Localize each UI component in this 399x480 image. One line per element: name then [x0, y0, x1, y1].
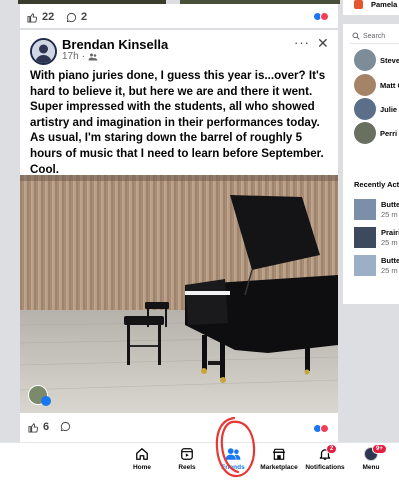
post-time[interactable]: 17h — [62, 51, 79, 62]
reaction-icons — [313, 424, 329, 433]
menu-badge: 9+ — [372, 444, 387, 454]
contacts-search[interactable]: Search — [352, 32, 385, 40]
post-author[interactable]: Brendan Kinsella — [62, 37, 168, 52]
friends-audience-icon — [88, 53, 98, 60]
home-icon — [136, 448, 148, 460]
previous-post-footer: 22 2 — [20, 4, 338, 28]
previous-post: 22 2 — [0, 0, 399, 28]
divider — [350, 43, 399, 44]
like-count[interactable]: 22 — [27, 11, 54, 23]
post-text: With piano juries done, I guess this yea… — [30, 69, 326, 176]
reels-icon — [181, 448, 193, 460]
profile-icon — [354, 0, 363, 9]
like-count-value: 22 — [42, 11, 55, 23]
recent-item-time: 25 m — [381, 266, 398, 275]
recent-item-title[interactable]: Butte — [381, 256, 399, 265]
comment-count-value: 2 — [81, 11, 88, 23]
friends-icon — [225, 448, 241, 460]
contact-name[interactable]: Steve — [380, 56, 399, 65]
contact-avatar[interactable] — [354, 74, 376, 96]
love-reaction-icon — [320, 12, 329, 21]
post-like-count-value: 6 — [43, 421, 50, 433]
comment-icon — [60, 421, 71, 432]
recent-item-time: 25 m — [381, 210, 398, 219]
like-badge-icon — [41, 396, 51, 406]
recent-thumbnail[interactable] — [354, 199, 376, 220]
recent-activity-title: Recently Acti — [354, 180, 399, 189]
contact-name[interactable]: Julie I — [380, 105, 399, 114]
sidebar-top-name[interactable]: Pamela — [371, 0, 397, 9]
contact-avatar[interactable] — [354, 49, 376, 71]
recent-item-title[interactable]: Butte — [381, 200, 399, 209]
search-icon — [352, 32, 360, 40]
recent-thumbnail[interactable] — [354, 227, 376, 248]
post-photo[interactable] — [20, 175, 338, 413]
thumbs-up-icon — [28, 422, 39, 433]
contact-name[interactable]: Perri I — [380, 129, 399, 138]
comment-count[interactable]: 2 — [66, 11, 87, 23]
recent-item-time: 25 m — [381, 238, 398, 247]
nav-friends[interactable]: Friends — [211, 447, 255, 471]
nav-reels[interactable]: Reels — [165, 447, 209, 471]
reaction-icons — [313, 12, 329, 21]
nav-friends-label: Friends — [221, 464, 245, 471]
post-footer: 6 — [20, 413, 338, 442]
nav-notifications-label: Notifications — [305, 464, 345, 471]
bottom-navigation: Home Reels Friends Marketplace Notificat… — [0, 442, 399, 480]
post-like-count[interactable]: 6 — [28, 421, 49, 433]
comment-icon — [66, 12, 77, 22]
nav-marketplace-label: Marketplace — [260, 464, 298, 471]
post-card: Brendan Kinsella 17h · ··· ✕ With piano … — [20, 30, 338, 442]
contact-avatar[interactable] — [354, 98, 376, 120]
more-options-button[interactable]: ··· — [294, 35, 310, 50]
contact-name[interactable]: Matt C — [380, 81, 399, 90]
nav-marketplace[interactable]: Marketplace — [257, 447, 301, 471]
nav-menu-label: Menu — [362, 464, 380, 471]
nav-reels-label: Reels — [178, 464, 196, 471]
marketplace-icon — [272, 448, 286, 460]
contact-avatar[interactable] — [354, 122, 376, 144]
author-avatar[interactable] — [30, 38, 57, 65]
search-placeholder: Search — [363, 32, 386, 40]
nav-home-label: Home — [132, 464, 152, 471]
love-reaction-icon — [320, 424, 329, 433]
meta-separator: · — [81, 51, 86, 62]
post-comment-button[interactable] — [60, 421, 71, 432]
thumbs-up-icon — [27, 12, 38, 23]
post-meta: 17h · — [62, 51, 98, 62]
close-icon[interactable]: ✕ — [317, 35, 329, 52]
nav-home[interactable]: Home — [120, 447, 164, 471]
recent-item-title[interactable]: Prairi — [381, 228, 399, 237]
nav-notifications[interactable]: Notifications — [303, 447, 347, 471]
recent-thumbnail[interactable] — [354, 255, 376, 276]
